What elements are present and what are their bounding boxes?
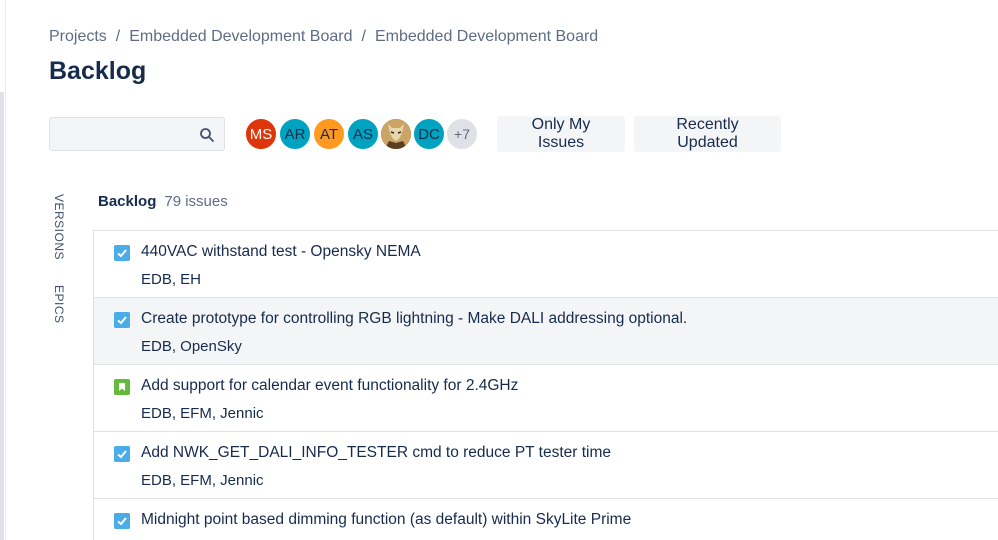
only-my-issues-button[interactable]: Only My Issues [497, 116, 625, 152]
breadcrumb-project[interactable]: Embedded Development Board [129, 28, 352, 45]
task-checkbox-icon [114, 513, 130, 529]
recently-updated-button[interactable]: Recently Updated [634, 116, 781, 152]
issue-summary: 440VAC withstand test - Opensky NEMA [141, 243, 421, 260]
backlog-title: Backlog [98, 193, 157, 210]
issue-summary: Add support for calendar event functiona… [141, 377, 519, 394]
avatar[interactable]: MS [244, 117, 278, 151]
scrollbar[interactable] [0, 92, 4, 540]
task-checkbox-icon [114, 245, 130, 261]
page-title: Backlog [49, 57, 147, 85]
versions-tab[interactable]: VERSIONS [52, 194, 66, 260]
issue-labels: EDB, EFM, Jennic [141, 405, 264, 422]
breadcrumb-projects[interactable]: Projects [49, 28, 107, 45]
issue-summary: Add NWK_GET_DALI_INFO_TESTER cmd to redu… [141, 444, 612, 461]
story-bookmark-icon [114, 379, 130, 395]
issue-summary: Midnight point based dimming function (a… [141, 511, 632, 528]
avatar-photo[interactable] [379, 117, 413, 151]
backlog-header[interactable]: Backlog 79 issues [98, 193, 228, 210]
issue-row[interactable]: Midnight point based dimming function (a… [94, 499, 998, 540]
issue-count: 79 issues [164, 193, 228, 210]
issue-row[interactable]: Add NWK_GET_DALI_INFO_TESTER cmd to redu… [94, 432, 998, 499]
task-checkbox-icon [114, 312, 130, 328]
avatar[interactable]: AS [346, 117, 380, 151]
epics-tab[interactable]: EPICS [52, 285, 66, 324]
issue-labels: EDB, OpenSky [141, 338, 242, 355]
issue-list: 440VAC withstand test - Opensky NEMA EDB… [93, 230, 998, 540]
left-edge [0, 0, 6, 540]
breadcrumb: Projects / Embedded Development Board / Embe… [49, 28, 598, 46]
task-checkbox-icon [114, 446, 130, 462]
issue-labels: EDB, EH [141, 271, 202, 288]
search-icon[interactable] [199, 127, 215, 143]
issue-row[interactable]: Add support for calendar event functiona… [94, 365, 998, 432]
avatar[interactable]: DC [412, 117, 446, 151]
search-box[interactable] [49, 117, 225, 151]
person-icon [381, 119, 411, 149]
avatar[interactable]: AT [312, 117, 346, 151]
issue-row[interactable]: Create prototype for controlling RGB lig… [94, 298, 998, 365]
breadcrumb-board[interactable]: Embedded Development Board [375, 28, 598, 45]
breadcrumb-separator: / [115, 28, 121, 45]
search-input[interactable] [58, 124, 198, 144]
avatar[interactable]: AR [278, 117, 312, 151]
issue-summary: Create prototype for controlling RGB lig… [141, 310, 688, 327]
more-assignees-button[interactable]: +7 [445, 117, 479, 151]
issue-row[interactable]: 440VAC withstand test - Opensky NEMA EDB… [94, 231, 998, 298]
issue-labels: EDB, EFM, Jennic [141, 472, 264, 489]
breadcrumb-separator: / [361, 28, 366, 45]
